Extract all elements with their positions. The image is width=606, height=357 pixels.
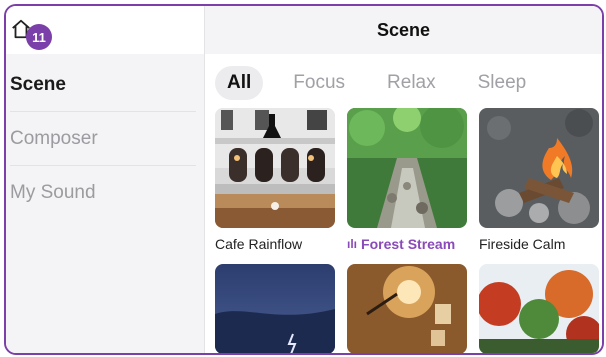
sidebar-item-my-sound[interactable]: My Sound	[10, 166, 196, 219]
scene-card-lamp[interactable]	[347, 264, 467, 353]
scene-card-storm[interactable]	[215, 264, 335, 353]
category-tabs: All Focus Relax Sleep	[215, 66, 538, 100]
sidebar-item-composer[interactable]: Composer	[10, 112, 196, 166]
sidebar-nav: Scene Composer My Sound	[6, 58, 204, 219]
scene-thumbnail[interactable]	[347, 108, 467, 228]
tab-focus[interactable]: Focus	[281, 66, 357, 100]
app-window: 11 Scene Composer My Sound Scene All Foc…	[4, 4, 604, 355]
scene-thumbnail[interactable]	[215, 108, 335, 228]
waveform-icon: ılı	[347, 237, 358, 251]
page-title: Scene	[205, 6, 602, 54]
tab-relax[interactable]: Relax	[375, 66, 448, 100]
scene-title-playing: ılı Forest Stream	[347, 236, 467, 252]
scene-title: Cafe Rainflow	[215, 236, 303, 252]
scene-card-fireside-calm[interactable]: Fireside Calm	[479, 108, 599, 252]
main-panel: Scene All Focus Relax Sleep Cafe Rainflo…	[205, 6, 602, 353]
scene-thumbnail[interactable]	[215, 264, 335, 353]
scene-grid: Cafe Rainflow ılı Forest Stream Fireside…	[215, 108, 599, 353]
scene-card-garden[interactable]	[479, 264, 599, 353]
sidebar: 11 Scene Composer My Sound	[6, 6, 205, 353]
sidebar-header: 11	[6, 6, 204, 54]
scene-thumbnail[interactable]	[479, 264, 599, 353]
scene-title: Forest Stream	[361, 236, 456, 252]
notification-badge: 11	[26, 24, 52, 50]
scene-card-cafe-rainflow[interactable]: Cafe Rainflow	[215, 108, 335, 252]
sidebar-item-scene[interactable]: Scene	[10, 58, 196, 112]
scene-card-forest-stream[interactable]: ılı Forest Stream	[347, 108, 467, 252]
tab-all[interactable]: All	[215, 66, 264, 100]
scene-title: Fireside Calm	[479, 236, 566, 252]
scene-thumbnail[interactable]	[479, 108, 599, 228]
scene-thumbnail[interactable]	[347, 264, 467, 353]
tab-sleep[interactable]: Sleep	[466, 66, 539, 100]
